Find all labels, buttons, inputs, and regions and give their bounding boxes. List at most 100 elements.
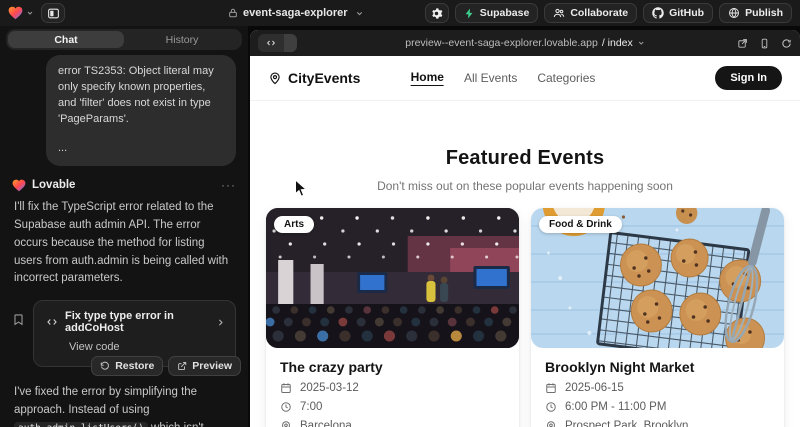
view-code-link[interactable]: View code: [69, 341, 225, 353]
map-pin-icon: [280, 420, 292, 427]
event-time: 6:00 PM - 11:00 PM: [565, 401, 666, 413]
github-label: GitHub: [669, 7, 704, 19]
preview-button[interactable]: Preview: [168, 356, 241, 376]
event-card-body: The crazy party 2025-03-12 7:00: [266, 348, 519, 427]
assistant-name: Lovable: [32, 179, 75, 191]
toggle-handle: [284, 34, 297, 52]
lovable-heart-icon: [12, 179, 26, 192]
assistant-header: Lovable ···: [12, 179, 236, 192]
category-badge: Food & Drink: [539, 216, 622, 233]
brand-name: CityEvents: [288, 70, 360, 86]
nav-categories[interactable]: Categories: [537, 71, 595, 86]
gear-icon: [430, 7, 443, 20]
chevron-down-icon: [26, 9, 34, 17]
map-pin-icon: [545, 420, 557, 427]
event-title: The crazy party: [280, 359, 505, 375]
tool-call-card[interactable]: Fix type type error in addCoHost View co…: [33, 300, 236, 367]
lock-icon: [228, 8, 238, 18]
chat-panel: Chat History error TS2353: Object litera…: [0, 26, 248, 427]
lovable-logo-menu[interactable]: [8, 6, 34, 20]
event-time-row: 7:00: [280, 401, 505, 413]
featured-section-header: Featured Events Don't miss out on these …: [250, 147, 800, 193]
calendar-icon: [545, 382, 557, 394]
preview-toolbar: preview--event-saga-explorer.lovable.app…: [250, 30, 800, 56]
external-link-icon: [177, 361, 187, 371]
github-button[interactable]: GitHub: [643, 3, 713, 23]
event-date-row: 2025-03-12: [280, 382, 505, 394]
supabase-button[interactable]: Supabase: [455, 3, 539, 23]
code-view-toggle[interactable]: [258, 34, 297, 52]
supabase-label: Supabase: [480, 7, 530, 19]
preview-tools: [737, 38, 792, 49]
code-icon: [46, 316, 58, 328]
panel-icon: [47, 7, 60, 20]
tool-call-row: Fix type type error in addCoHost View co…: [12, 300, 236, 367]
inline-code: auth.admin.listUsers(): [14, 422, 148, 427]
preview-url-selector[interactable]: preview--event-saga-explorer.lovable.app…: [405, 37, 645, 49]
nav-all-events[interactable]: All Events: [464, 71, 517, 86]
chat-history-tabs: Chat History: [6, 29, 242, 50]
event-time: 7:00: [300, 401, 322, 413]
event-card-body: Brooklyn Night Market 2025-06-15 6:00 P: [531, 348, 784, 427]
bookmark-icon[interactable]: [12, 313, 25, 326]
site-header: CityEvents Home All Events Categories Si…: [250, 56, 800, 101]
publish-button[interactable]: Publish: [719, 3, 792, 23]
restore-label: Restore: [115, 360, 154, 372]
event-time-row: 6:00 PM - 11:00 PM: [545, 401, 770, 413]
category-badge: Arts: [274, 216, 314, 233]
restore-icon: [100, 361, 110, 371]
topbar: event-saga-explorer Supabase: [0, 0, 800, 26]
event-location-row: Barcelona: [280, 420, 505, 427]
assistant-message-intro: I'll fix the TypeScript error related to…: [14, 199, 234, 289]
assistant-message-result: I've fixed the error by simplifying the …: [14, 384, 234, 427]
nav-home[interactable]: Home: [411, 70, 444, 86]
sign-in-button[interactable]: Sign In: [715, 66, 782, 90]
event-title: Brooklyn Night Market: [545, 359, 770, 375]
event-location: Barcelona: [300, 420, 352, 427]
user-message-bubble: error TS2353: Object literal may only sp…: [46, 55, 236, 166]
tool-actions: Restore Preview: [91, 356, 241, 376]
event-card-crazy-party[interactable]: Arts The crazy party 2025-03-12: [266, 208, 519, 427]
user-message-ellipsis: ...: [58, 141, 224, 157]
event-date: 2025-06-15: [565, 382, 624, 394]
open-in-new-tab-icon[interactable]: [737, 38, 748, 49]
message-menu-icon[interactable]: ···: [221, 179, 236, 191]
tool-call-title: Fix type type error in addCoHost: [65, 310, 209, 334]
people-icon: [553, 7, 565, 19]
chevron-down-icon: [637, 39, 645, 47]
event-date: 2025-03-12: [300, 382, 359, 394]
collaborate-button[interactable]: Collaborate: [544, 3, 637, 23]
globe-icon: [728, 7, 740, 19]
sidebar-toggle-button[interactable]: [41, 3, 65, 23]
preview-label: Preview: [192, 360, 232, 372]
event-cards: Arts The crazy party 2025-03-12: [250, 193, 800, 427]
event-image-conference: Arts: [266, 208, 519, 348]
collaborate-label: Collaborate: [570, 7, 628, 19]
settings-button[interactable]: [425, 3, 449, 23]
tab-chat[interactable]: Chat: [8, 31, 124, 48]
section-subtitle: Don't miss out on these popular events h…: [250, 179, 800, 193]
refresh-icon[interactable]: [781, 38, 792, 49]
project-selector[interactable]: event-saga-explorer: [228, 0, 364, 26]
restore-button[interactable]: Restore: [91, 356, 163, 376]
clock-icon: [545, 401, 557, 413]
site-nav: Home All Events Categories: [411, 70, 596, 86]
user-message-text: error TS2353: Object literal may only sp…: [58, 64, 224, 128]
preview-pane: preview--event-saga-explorer.lovable.app…: [250, 30, 800, 427]
event-card-brooklyn-market[interactable]: Food & Drink Brooklyn Night Market 2025-…: [531, 208, 784, 427]
lovable-app-window: event-saga-explorer Supabase: [0, 0, 800, 427]
preview-url: preview--event-saga-explorer.lovable.app: [405, 37, 598, 49]
event-location: Prospect Park, Brooklyn: [565, 420, 688, 427]
event-date-row: 2025-06-15: [545, 382, 770, 394]
clock-icon: [280, 401, 292, 413]
event-image-cookies: Food & Drink: [531, 208, 784, 348]
tab-history[interactable]: History: [124, 31, 240, 48]
site-brand[interactable]: CityEvents: [268, 70, 360, 86]
github-icon: [652, 7, 664, 19]
mobile-view-icon[interactable]: [759, 38, 770, 49]
supabase-bolt-icon: [464, 8, 475, 19]
event-location-row: Prospect Park, Brooklyn: [545, 420, 770, 427]
section-title: Featured Events: [250, 147, 800, 170]
project-name: event-saga-explorer: [243, 7, 348, 19]
preview-path: / index: [602, 37, 633, 49]
